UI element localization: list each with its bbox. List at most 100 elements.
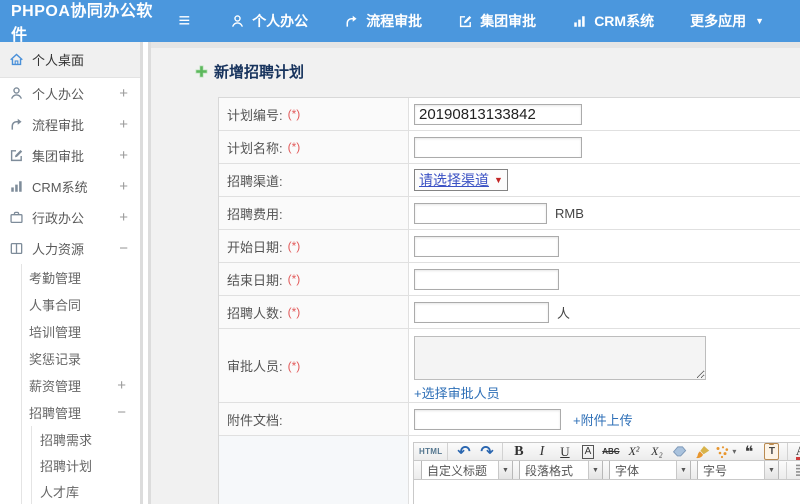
required-marker: (*)	[287, 107, 301, 121]
expand-icon[interactable]: +	[119, 116, 128, 133]
top-navigation: 个人办公 流程审批 集团审批 CRM系统 更多应用 ▼	[230, 11, 800, 31]
plan-name-input[interactable]	[414, 136, 582, 158]
sidebar-item-hr-contract[interactable]: 人事合同	[22, 291, 140, 318]
undo-icon[interactable]: ↶	[453, 443, 474, 461]
auto-typeset-icon[interactable]: ▾	[715, 443, 736, 460]
edit-icon	[10, 149, 23, 162]
field-label: 招聘人数: (*)	[219, 296, 409, 328]
start-date-input[interactable]	[414, 235, 559, 257]
redo-icon[interactable]: ↷	[476, 443, 497, 461]
attachment-input[interactable]	[414, 408, 561, 430]
select-approvers-link[interactable]: +选择审批人员	[414, 383, 500, 402]
sidebar-item-training[interactable]: 培训管理	[22, 318, 140, 345]
topnav-more-apps[interactable]: 更多应用 ▼	[690, 11, 764, 31]
font-color-button[interactable]: A ▾	[793, 443, 800, 460]
blockquote-icon[interactable]: ❝	[738, 443, 759, 461]
heading-select[interactable]: 自定义标题 ▼	[421, 461, 513, 480]
topnav-crm[interactable]: CRM系统	[572, 11, 654, 31]
expand-icon[interactable]: +	[119, 147, 128, 164]
topnav-label: 更多应用	[690, 13, 747, 29]
italic-button[interactable]: I	[531, 443, 552, 460]
paragraph-select-value: 段落格式	[525, 463, 574, 478]
sidebar-item-personal-office[interactable]: 个人办公 +	[0, 78, 140, 109]
field-value: RMB	[409, 197, 800, 229]
html-source-button[interactable]: HTML	[419, 443, 442, 460]
collapse-icon[interactable]: −	[117, 404, 126, 421]
underline-button[interactable]: U	[554, 443, 575, 460]
sidebar-item-recruit-plan[interactable]: 招聘计划	[32, 452, 140, 478]
sidebar-item-admin-office[interactable]: 行政办公 +	[0, 202, 140, 233]
expand-icon[interactable]: +	[117, 377, 126, 394]
field-label: 结束日期: (*)	[219, 263, 409, 295]
topnav-workflow-approval[interactable]: 流程审批	[344, 11, 422, 31]
label-text: 招聘费用:	[227, 206, 283, 222]
sidebar-item-talent-pool[interactable]: 人才库	[32, 478, 140, 504]
required-marker: (*)	[287, 358, 301, 373]
sidebar-item-recruit-demand[interactable]: 招聘需求	[32, 426, 140, 452]
sidebar-splitter[interactable]	[140, 42, 151, 504]
form-row-editor: HTML ↶ ↷ B I U A ABC X² X₂ ▾ ❝ T 自定义标题 ▼…	[219, 436, 800, 504]
topnav-group-approval[interactable]: 集团审批	[458, 11, 536, 31]
expand-icon[interactable]: +	[119, 209, 128, 226]
topnav-label: 个人办公	[252, 13, 309, 29]
editor-toolbar-row1: HTML ↶ ↷ B I U A ABC X² X₂ ▾ ❝ T	[413, 442, 800, 462]
user-icon	[10, 87, 23, 99]
workflow-icon	[346, 15, 357, 27]
paste-plain-text-icon[interactable]: T	[761, 443, 782, 461]
sidebar-item-desktop[interactable]: 个人桌面	[0, 42, 140, 78]
sidebar-item-attendance[interactable]: 考勤管理	[22, 264, 140, 291]
end-date-input[interactable]	[414, 268, 559, 290]
sidebar: 个人桌面 个人办公 + 流程审批 + 集团审批 + CRM系统 + 行政办公 +…	[0, 42, 140, 504]
label-text: 计划编号:	[227, 107, 283, 123]
field-value: 请选择渠道 ▼	[409, 164, 800, 196]
label-text: 结束日期:	[227, 272, 283, 288]
sidebar-item-crm[interactable]: CRM系统 +	[0, 171, 140, 202]
sidebar-item-group-approval[interactable]: 集团审批 +	[0, 140, 140, 171]
bold-button[interactable]: B	[508, 443, 529, 460]
channel-select[interactable]: 请选择渠道 ▼	[414, 169, 508, 191]
sidebar-item-label: 培训管理	[29, 325, 82, 340]
main-layout: 个人桌面 个人办公 + 流程审批 + 集团审批 + CRM系统 + 行政办公 +…	[0, 42, 800, 504]
editor-content-area[interactable]	[413, 480, 800, 504]
plan-no-input[interactable]	[414, 103, 582, 125]
sidebar-item-recruit-mgmt[interactable]: 招聘管理 −	[22, 399, 140, 426]
sidebar-item-salary[interactable]: 薪资管理 +	[22, 372, 140, 399]
field-value	[409, 131, 800, 163]
topnav-label: CRM系统	[594, 13, 655, 29]
sidebar-item-workflow-approval[interactable]: 流程审批 +	[0, 109, 140, 140]
headcount-input[interactable]	[414, 301, 549, 323]
font-size-select[interactable]: 字号 ▼	[697, 461, 779, 480]
clear-format-eraser-icon[interactable]	[669, 443, 690, 460]
upload-attachment-link[interactable]: +附件上传	[573, 410, 633, 429]
subscript-button[interactable]: X₂	[646, 443, 667, 460]
cost-input[interactable]	[414, 202, 547, 224]
align-left-icon[interactable]	[792, 461, 800, 479]
collapse-icon[interactable]: −	[119, 240, 128, 257]
sidebar-item-label: CRM系统	[32, 180, 88, 195]
sidebar-item-label: 流程审批	[32, 118, 85, 133]
workflow-icon	[11, 118, 22, 130]
cost-unit-label: RMB	[555, 205, 584, 221]
label-text: 计划名称:	[227, 140, 283, 156]
paragraph-format-select[interactable]: 段落格式 ▼	[519, 461, 603, 480]
sidebar-item-rewards[interactable]: 奖惩记录	[22, 345, 140, 372]
sidebar-item-label: 行政办公	[32, 211, 85, 226]
superscript-button[interactable]: X²	[623, 443, 644, 460]
form-row-attachment: 附件文档: +附件上传	[219, 403, 800, 436]
font-family-select[interactable]: 字体 ▼	[609, 461, 691, 480]
sidebar-item-hr[interactable]: 人力资源 −	[0, 233, 140, 264]
char-border-button[interactable]: A	[577, 443, 598, 460]
caret-down-icon: ▼	[588, 461, 602, 480]
label-text: 附件文档:	[227, 412, 283, 428]
topnav-personal-office[interactable]: 个人办公	[230, 11, 308, 31]
app-logo: PHPOA协同办公软件	[11, 3, 153, 44]
approvers-textarea[interactable]	[414, 336, 706, 380]
form-row-plan-no: 计划编号: (*)	[219, 98, 800, 131]
format-brush-icon[interactable]	[692, 443, 713, 460]
strikethrough-button[interactable]: ABC	[600, 443, 621, 460]
book-icon	[10, 242, 23, 255]
font-size-select-value: 字号	[703, 463, 728, 478]
expand-icon[interactable]: +	[119, 85, 128, 102]
expand-icon[interactable]: +	[119, 178, 128, 195]
menu-toggle-icon[interactable]: ≡	[179, 10, 191, 33]
